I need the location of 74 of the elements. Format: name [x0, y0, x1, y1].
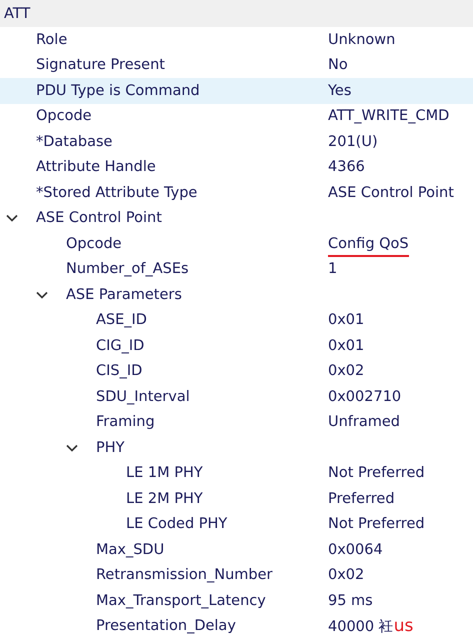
tree-row[interactable]: Max_Transport_Latency 95 ms [0, 588, 473, 614]
property-name: LE 1M PHY [126, 465, 203, 482]
chevron-down-icon[interactable] [6, 214, 18, 222]
property-value: 201(U) [328, 134, 378, 150]
tree-row[interactable]: Number_of_ASEs 1 [0, 256, 473, 282]
tree-row[interactable]: Presentation_Delay 40000 衽us [0, 614, 473, 639]
tree-row[interactable]: Framing Unframed [0, 410, 473, 435]
property-name: LE Coded PHY [126, 516, 228, 532]
tree-row[interactable]: PHY [0, 435, 473, 460]
property-value: Preferred [328, 490, 395, 507]
tree-row[interactable]: CIG_ID 0x01 [0, 333, 473, 358]
property-name: CIS_ID [96, 363, 142, 380]
tree-row[interactable]: Max_SDU 0x0064 [0, 537, 473, 562]
annotation-text: us [394, 616, 414, 636]
section-title: ATT [4, 6, 30, 22]
tree-row[interactable]: Opcode Config QoS [0, 231, 473, 256]
property-name: Retransmission_Number [96, 567, 272, 584]
property-value: 0x01 [328, 338, 364, 354]
property-value: ATT_WRITE_CMD [328, 108, 450, 124]
property-name: Framing [96, 414, 155, 430]
property-value: 40000 衽 [328, 618, 394, 636]
tree-row[interactable]: Opcode ATT_WRITE_CMD [0, 104, 473, 129]
tree-row[interactable]: SDU_Interval 0x002710 [0, 384, 473, 410]
tree-row[interactable]: *Stored Attribute Type ASE Control Point [0, 180, 473, 206]
property-value: 4366 [328, 159, 365, 176]
property-name: Presentation_Delay [96, 618, 236, 634]
property-name: Attribute Handle [36, 159, 156, 176]
chevron-down-icon[interactable] [66, 444, 78, 452]
property-value: 1 [328, 261, 338, 278]
property-value: No [328, 57, 348, 74]
property-value: 95 ms [328, 592, 373, 609]
property-name: LE 2M PHY [126, 490, 203, 507]
property-name: ASE_ID [96, 312, 147, 328]
tree-row[interactable]: LE 2M PHY Preferred [0, 486, 473, 512]
property-name: SDU_Interval [96, 388, 190, 405]
tree-row[interactable]: Attribute Handle 4366 [0, 154, 473, 180]
property-value: 0x0064 [328, 542, 383, 558]
tree-row[interactable]: LE 1M PHY Not Preferred [0, 460, 473, 486]
property-value: 0x02 [328, 567, 364, 584]
property-value: Unframed [328, 414, 400, 430]
tree-row[interactable]: CIS_ID 0x02 [0, 358, 473, 384]
tree-row[interactable]: Role Unknown [0, 27, 473, 52]
tree-row[interactable]: Signature Present No [0, 52, 473, 78]
property-name: Max_Transport_Latency [96, 592, 266, 609]
tree-row[interactable]: *Database 201(U) [0, 129, 473, 154]
tree-row[interactable]: PDU Type is Command Yes [0, 78, 473, 104]
tree-row[interactable]: ASE Parameters [0, 282, 473, 308]
property-name: *Database [36, 134, 112, 150]
property-name: ASE Parameters [66, 286, 182, 303]
property-name: Role [36, 32, 68, 48]
property-value: ASE Control Point [328, 184, 454, 201]
property-value: 0x01 [328, 312, 364, 328]
property-value: Unknown [328, 32, 396, 48]
property-name: PDU Type is Command [36, 82, 200, 99]
property-name: Opcode [36, 108, 92, 124]
property-value: Not Preferred [328, 465, 425, 482]
property-name: CIG_ID [96, 338, 144, 354]
property-value: Not Preferred [328, 516, 425, 532]
property-value: 0x02 [328, 363, 364, 380]
property-name: PHY [96, 440, 125, 456]
chevron-down-icon[interactable] [36, 290, 48, 299]
tree-row[interactable]: LE Coded PHY Not Preferred [0, 512, 473, 537]
tree-row[interactable]: ASE_ID 0x01 [0, 308, 473, 333]
property-name: Signature Present [36, 57, 165, 74]
property-name: ASE Control Point [36, 210, 162, 226]
tree-row[interactable]: Retransmission_Number 0x02 [0, 562, 473, 588]
property-value: 0x002710 [328, 388, 402, 405]
property-name: Opcode [66, 236, 122, 252]
property-name: Number_of_ASEs [66, 261, 189, 278]
tree-row[interactable]: ASE Control Point [0, 206, 473, 231]
property-value: Yes [328, 82, 352, 99]
property-name: *Stored Attribute Type [36, 184, 198, 201]
property-name: Max_SDU [96, 542, 164, 558]
property-value: Config QoS [328, 236, 409, 257]
